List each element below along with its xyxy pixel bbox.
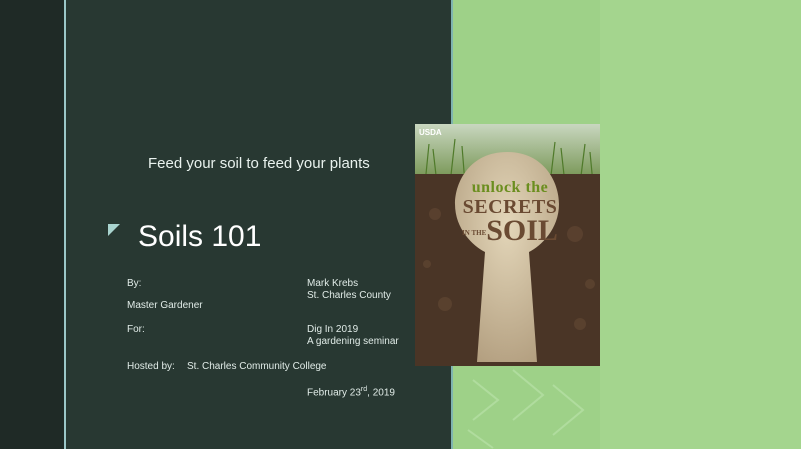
event-description: A gardening seminar: [307, 336, 399, 347]
cover-line-3-word: SOIL: [486, 214, 558, 247]
green-background: [600, 0, 801, 449]
for-label: For:: [127, 324, 145, 335]
slide-subtitle: Feed your soil to feed your plants: [148, 155, 370, 172]
author-role: Master Gardener: [127, 300, 203, 311]
slide-title: Soils 101: [138, 220, 262, 253]
left-strip: [0, 0, 64, 449]
date-year: , 2019: [367, 387, 395, 399]
slide: Feed your soil to feed your plants Soils…: [0, 0, 801, 449]
usda-logo: USDA: [419, 128, 442, 137]
bullet-triangle-icon: [108, 224, 120, 236]
cover-line-1: unlock the: [471, 179, 549, 196]
hosted-by-label: Hosted by:: [127, 361, 175, 372]
event-date: February 23rd, 2019: [307, 384, 395, 399]
author-county: St. Charles County: [307, 290, 391, 301]
hosted-by-value: St. Charles Community College: [187, 361, 327, 372]
cover-title: unlock the SECRETS IN THESOIL: [455, 179, 565, 247]
by-label: By:: [127, 278, 142, 289]
author-name: Mark Krebs: [307, 278, 359, 289]
date-day: February 23: [307, 387, 361, 399]
event-name: Dig In 2019: [307, 324, 359, 335]
book-cover-image: USDA unlock the SECRETS IN THESOIL: [415, 124, 600, 366]
cover-line-3: IN THESOIL: [455, 214, 565, 247]
cover-line-3-prefix: IN THE: [462, 229, 487, 238]
